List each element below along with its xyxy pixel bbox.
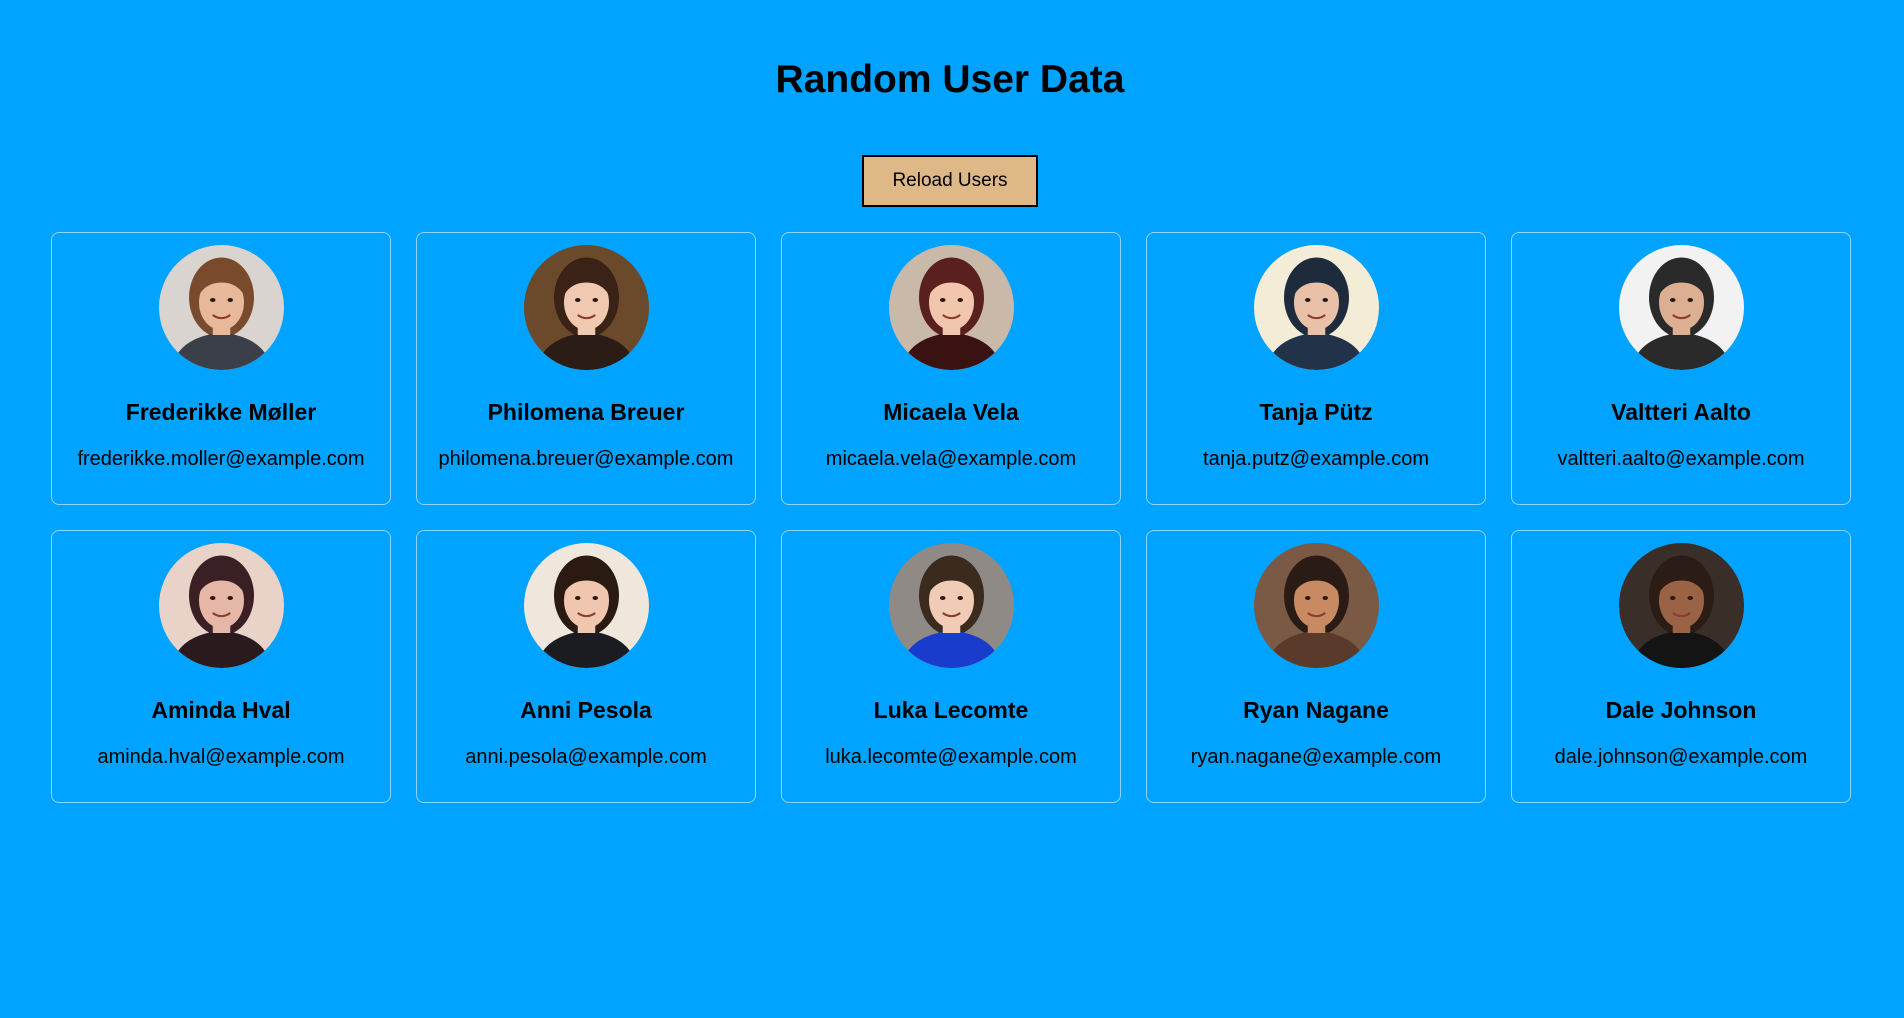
user-card: Philomena Breuer philomena.breuer@example… bbox=[416, 232, 756, 505]
user-name: Tanja Pütz bbox=[1259, 399, 1373, 425]
page: Random User Data Reload Users Frederikke… bbox=[0, 0, 1904, 1018]
user-card: Valtteri Aalto valtteri.aalto@example.com bbox=[1511, 232, 1851, 505]
user-name: Aminda Hval bbox=[151, 697, 291, 723]
user-email: tanja.putz@example.com bbox=[1203, 448, 1429, 470]
user-avatar-icon bbox=[888, 245, 1014, 370]
user-email: ryan.nagane@example.com bbox=[1190, 746, 1442, 768]
user-card: Micaela Vela micaela.vela@example.com bbox=[781, 232, 1121, 505]
user-card: Frederikke Møller frederikke.moller@examp… bbox=[51, 232, 391, 505]
user-avatar-icon bbox=[1618, 245, 1744, 370]
user-name: Frederikke Møller bbox=[125, 399, 317, 425]
user-email: philomena.breuer@example.com bbox=[438, 448, 734, 470]
user-card: Anni Pesola anni.pesola@example.com bbox=[416, 530, 756, 803]
user-avatar-icon bbox=[523, 543, 649, 668]
user-avatar-icon bbox=[158, 245, 284, 370]
user-card: Dale Johnson dale.johnson@example.com bbox=[1511, 530, 1851, 803]
user-email: micaela.vela@example.com bbox=[825, 448, 1077, 470]
user-name: Micaela Vela bbox=[883, 399, 1019, 425]
user-email: dale.johnson@example.com bbox=[1554, 746, 1808, 768]
page-title: Random User Data bbox=[775, 58, 1125, 101]
user-grid: Frederikke Møller frederikke.moller@examp… bbox=[51, 232, 1851, 803]
user-card: Aminda Hval aminda.hval@example.com bbox=[51, 530, 391, 803]
user-avatar-icon bbox=[1618, 543, 1744, 668]
user-name: Ryan Nagane bbox=[1243, 697, 1389, 723]
user-card: Luka Lecomte luka.lecomte@example.com bbox=[781, 530, 1121, 803]
reload-users-button[interactable]: Reload Users bbox=[862, 155, 1038, 207]
user-email: valtteri.aalto@example.com bbox=[1557, 448, 1805, 470]
user-avatar-icon bbox=[1253, 245, 1379, 370]
user-email: frederikke.moller@example.com bbox=[77, 448, 365, 470]
user-avatar-icon bbox=[888, 543, 1014, 668]
user-name: Dale Johnson bbox=[1605, 697, 1757, 723]
user-email: anni.pesola@example.com bbox=[465, 746, 707, 768]
user-name: Philomena Breuer bbox=[487, 399, 685, 425]
user-card: Ryan Nagane ryan.nagane@example.com bbox=[1146, 530, 1486, 803]
user-email: aminda.hval@example.com bbox=[97, 746, 345, 768]
user-name: Luka Lecomte bbox=[873, 697, 1029, 723]
user-avatar-icon bbox=[523, 245, 649, 370]
user-avatar-icon bbox=[1253, 543, 1379, 668]
user-name: Valtteri Aalto bbox=[1611, 399, 1751, 425]
user-card: Tanja Pütz tanja.putz@example.com bbox=[1146, 232, 1486, 505]
user-avatar-icon bbox=[158, 543, 284, 668]
user-name: Anni Pesola bbox=[520, 697, 652, 723]
user-email: luka.lecomte@example.com bbox=[825, 746, 1077, 768]
